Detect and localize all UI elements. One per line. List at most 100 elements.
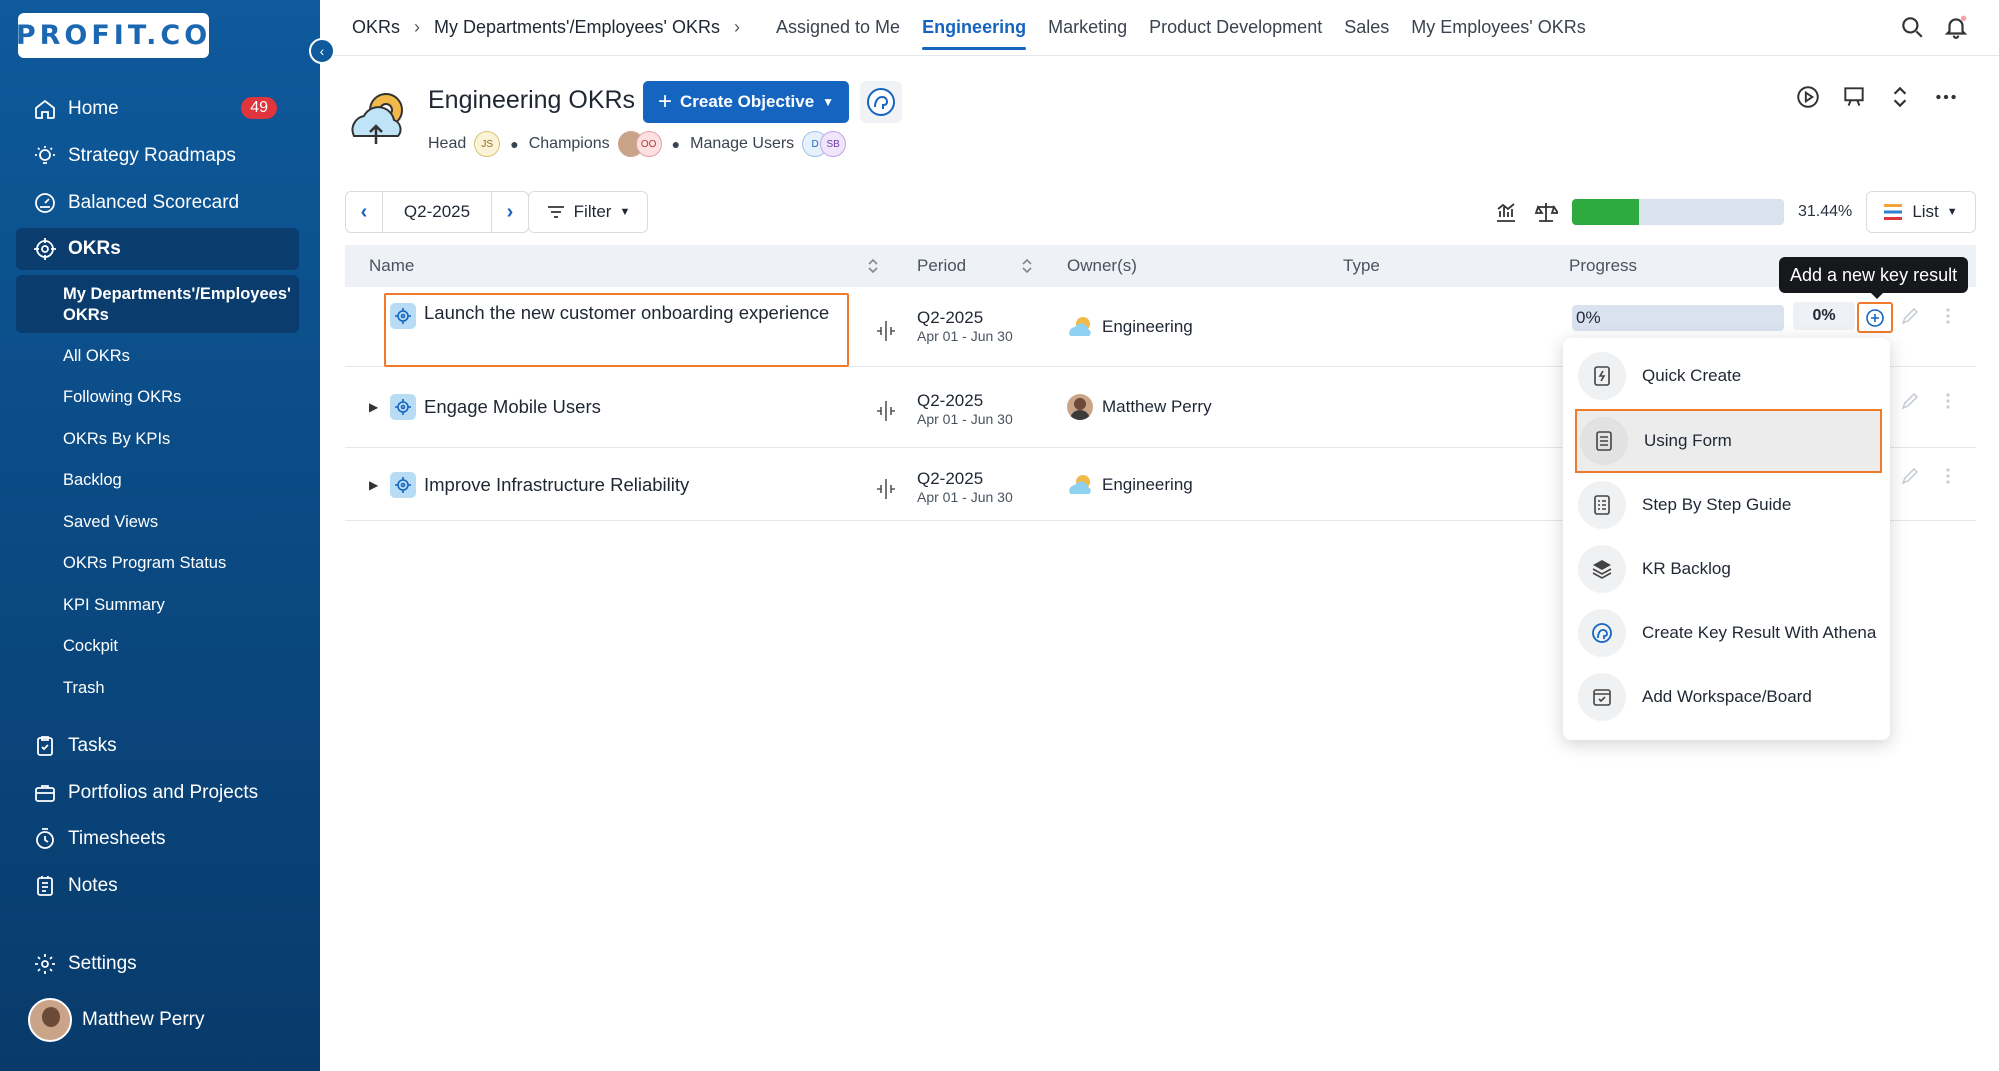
tab-product-development[interactable]: Product Development xyxy=(1149,0,1322,56)
profit-co-logo[interactable]: PROFIT.CO xyxy=(16,13,209,58)
play-icon[interactable] xyxy=(1795,84,1821,115)
sidebar-item-portfolios[interactable]: Portfolios and Projects xyxy=(16,772,299,814)
view-switcher[interactable]: List ▼ xyxy=(1866,191,1976,233)
kebab-menu-icon[interactable] xyxy=(1938,306,1958,331)
bell-icon[interactable] xyxy=(1943,14,1969,45)
menu-item-kr-backlog[interactable]: KR Backlog xyxy=(1578,541,1878,597)
department-avatar xyxy=(1069,317,1091,336)
kebab-menu-icon[interactable] xyxy=(1938,391,1958,416)
presentation-icon[interactable] xyxy=(1841,84,1867,115)
kebab-menu-icon[interactable] xyxy=(1938,466,1958,491)
sidebar-item-label: Balanced Scorecard xyxy=(68,192,240,213)
tab-my-employees-okrs[interactable]: My Employees' OKRs xyxy=(1411,0,1585,56)
owner-cell[interactable]: Engineering xyxy=(1067,314,1193,340)
manage-user-avatar[interactable]: SB xyxy=(820,131,847,157)
balance-scale-icon[interactable] xyxy=(1534,200,1560,229)
sort-icon[interactable] xyxy=(866,257,880,275)
expand-caret-icon[interactable]: ▶ xyxy=(369,478,378,492)
objective-highlight xyxy=(384,293,849,367)
menu-item-add-workspace[interactable]: Add Workspace/Board xyxy=(1578,669,1878,725)
sidebar-subitem-following-okrs[interactable]: Following OKRs xyxy=(63,388,181,407)
sidebar-item-tasks[interactable]: Tasks xyxy=(16,725,299,767)
search-icon[interactable] xyxy=(1899,14,1925,45)
chevron-down-icon: ▼ xyxy=(619,206,631,218)
chart-icon[interactable] xyxy=(1494,200,1518,229)
user-profile[interactable]: Matthew Perry xyxy=(28,998,204,1042)
tab-assigned-to-me[interactable]: Assigned to Me xyxy=(776,0,900,56)
alignment-icon[interactable] xyxy=(875,399,897,423)
athena-ai-button[interactable] xyxy=(860,81,902,123)
lightning-icon xyxy=(1578,352,1626,400)
manage-users-label[interactable]: Manage Users xyxy=(690,135,794,153)
head-avatar[interactable]: JS xyxy=(474,131,501,157)
head-label: Head xyxy=(428,135,467,152)
layers-icon xyxy=(1578,545,1626,593)
sidebar-subitem-all-okrs[interactable]: All OKRs xyxy=(63,347,130,366)
sidebar-item-settings[interactable]: Settings xyxy=(16,943,299,985)
objective-name[interactable]: Engage Mobile Users xyxy=(424,396,601,418)
overall-progress-fill xyxy=(1572,199,1639,225)
breadcrumb-okrs[interactable]: OKRs xyxy=(352,17,400,38)
edit-icon[interactable] xyxy=(1900,466,1920,491)
alignment-icon[interactable] xyxy=(875,477,897,501)
column-period[interactable]: Period xyxy=(917,256,966,276)
sidebar-subitem-trash[interactable]: Trash xyxy=(63,679,105,698)
chevron-left-icon: ‹ xyxy=(319,43,325,59)
sidebar-item-notes[interactable]: Notes xyxy=(16,865,299,907)
avatar xyxy=(28,998,72,1042)
collapse-sidebar-button[interactable]: ‹ xyxy=(309,38,335,64)
owner-cell[interactable]: Engineering xyxy=(1067,472,1193,498)
menu-item-quick-create[interactable]: Quick Create xyxy=(1578,348,1878,404)
sidebar-subitem-my-departments[interactable]: My Departments'/Employees' OKRs xyxy=(16,275,299,333)
lightbulb-icon xyxy=(30,141,60,171)
tab-engineering[interactable]: Engineering xyxy=(922,0,1027,56)
notification-badge: 49 xyxy=(241,97,277,119)
period-cell: Q2-2025 Apr 01 - Jun 30 xyxy=(917,469,1013,507)
filter-button[interactable]: Filter ▼ xyxy=(528,191,648,233)
sidebar-subitem-saved-views[interactable]: Saved Views xyxy=(63,513,158,532)
calendar-check-icon xyxy=(1578,673,1626,721)
owner-cell[interactable]: Matthew Perry xyxy=(1067,394,1212,420)
breadcrumb-my-departments[interactable]: My Departments'/Employees' OKRs xyxy=(434,17,720,38)
period-label[interactable]: Q2-2025 xyxy=(382,192,492,232)
sidebar-subitem-kpi-summary[interactable]: KPI Summary xyxy=(63,596,165,615)
sidebar-item-timesheets[interactable]: Timesheets xyxy=(16,818,299,860)
menu-item-athena[interactable]: Create Key Result With Athena xyxy=(1578,605,1878,661)
sidebar-subitem-program-status[interactable]: OKRs Program Status xyxy=(63,554,226,573)
create-objective-button[interactable]: + Create Objective ▼ xyxy=(643,81,849,123)
tab-marketing[interactable]: Marketing xyxy=(1048,0,1127,56)
briefcase-icon xyxy=(30,778,60,808)
sidebar-item-label: OKRs xyxy=(68,238,121,259)
sidebar-subitem-backlog[interactable]: Backlog xyxy=(63,471,122,490)
sidebar-item-okrs[interactable]: OKRs xyxy=(16,228,299,270)
column-owners: Owner(s) xyxy=(1067,256,1137,275)
objective-name[interactable]: Improve Infrastructure Reliability xyxy=(424,474,689,496)
expand-collapse-icon[interactable] xyxy=(1887,84,1913,115)
alignment-icon[interactable] xyxy=(875,319,897,343)
champion-avatar-initials[interactable]: OO xyxy=(635,131,662,157)
objective-icon xyxy=(390,472,416,498)
row-progress-percent[interactable]: 0% xyxy=(1793,302,1855,330)
sidebar-item-balanced-scorecard[interactable]: Balanced Scorecard xyxy=(16,182,299,224)
previous-period-button[interactable]: ‹ xyxy=(346,192,382,232)
edit-icon[interactable] xyxy=(1900,391,1920,416)
sidebar-subitem-okrs-by-kpis[interactable]: OKRs By KPIs xyxy=(63,430,170,449)
sidebar-item-label: Portfolios and Projects xyxy=(68,782,259,803)
add-key-result-button[interactable] xyxy=(1857,302,1893,333)
sidebar-item-home[interactable]: Home 49 xyxy=(16,88,299,130)
menu-item-step-by-step[interactable]: Step By Step Guide xyxy=(1578,477,1878,533)
separator-dot: ● xyxy=(671,136,681,152)
next-period-button[interactable]: › xyxy=(492,192,528,232)
sidebar-subitem-cockpit[interactable]: Cockpit xyxy=(63,637,118,656)
sidebar-item-label: Strategy Roadmaps xyxy=(68,145,236,166)
tab-sales[interactable]: Sales xyxy=(1344,0,1389,56)
form-icon xyxy=(1580,417,1628,465)
edit-icon[interactable] xyxy=(1900,306,1920,331)
column-name[interactable]: Name xyxy=(369,256,414,276)
more-options-icon[interactable] xyxy=(1933,84,1959,115)
expand-caret-icon[interactable]: ▶ xyxy=(369,400,378,414)
sort-icon[interactable] xyxy=(1020,257,1034,275)
row-progress-bar: 0% xyxy=(1572,305,1784,331)
menu-item-using-form[interactable]: Using Form xyxy=(1575,409,1882,473)
sidebar-item-strategy-roadmaps[interactable]: Strategy Roadmaps xyxy=(16,135,299,177)
